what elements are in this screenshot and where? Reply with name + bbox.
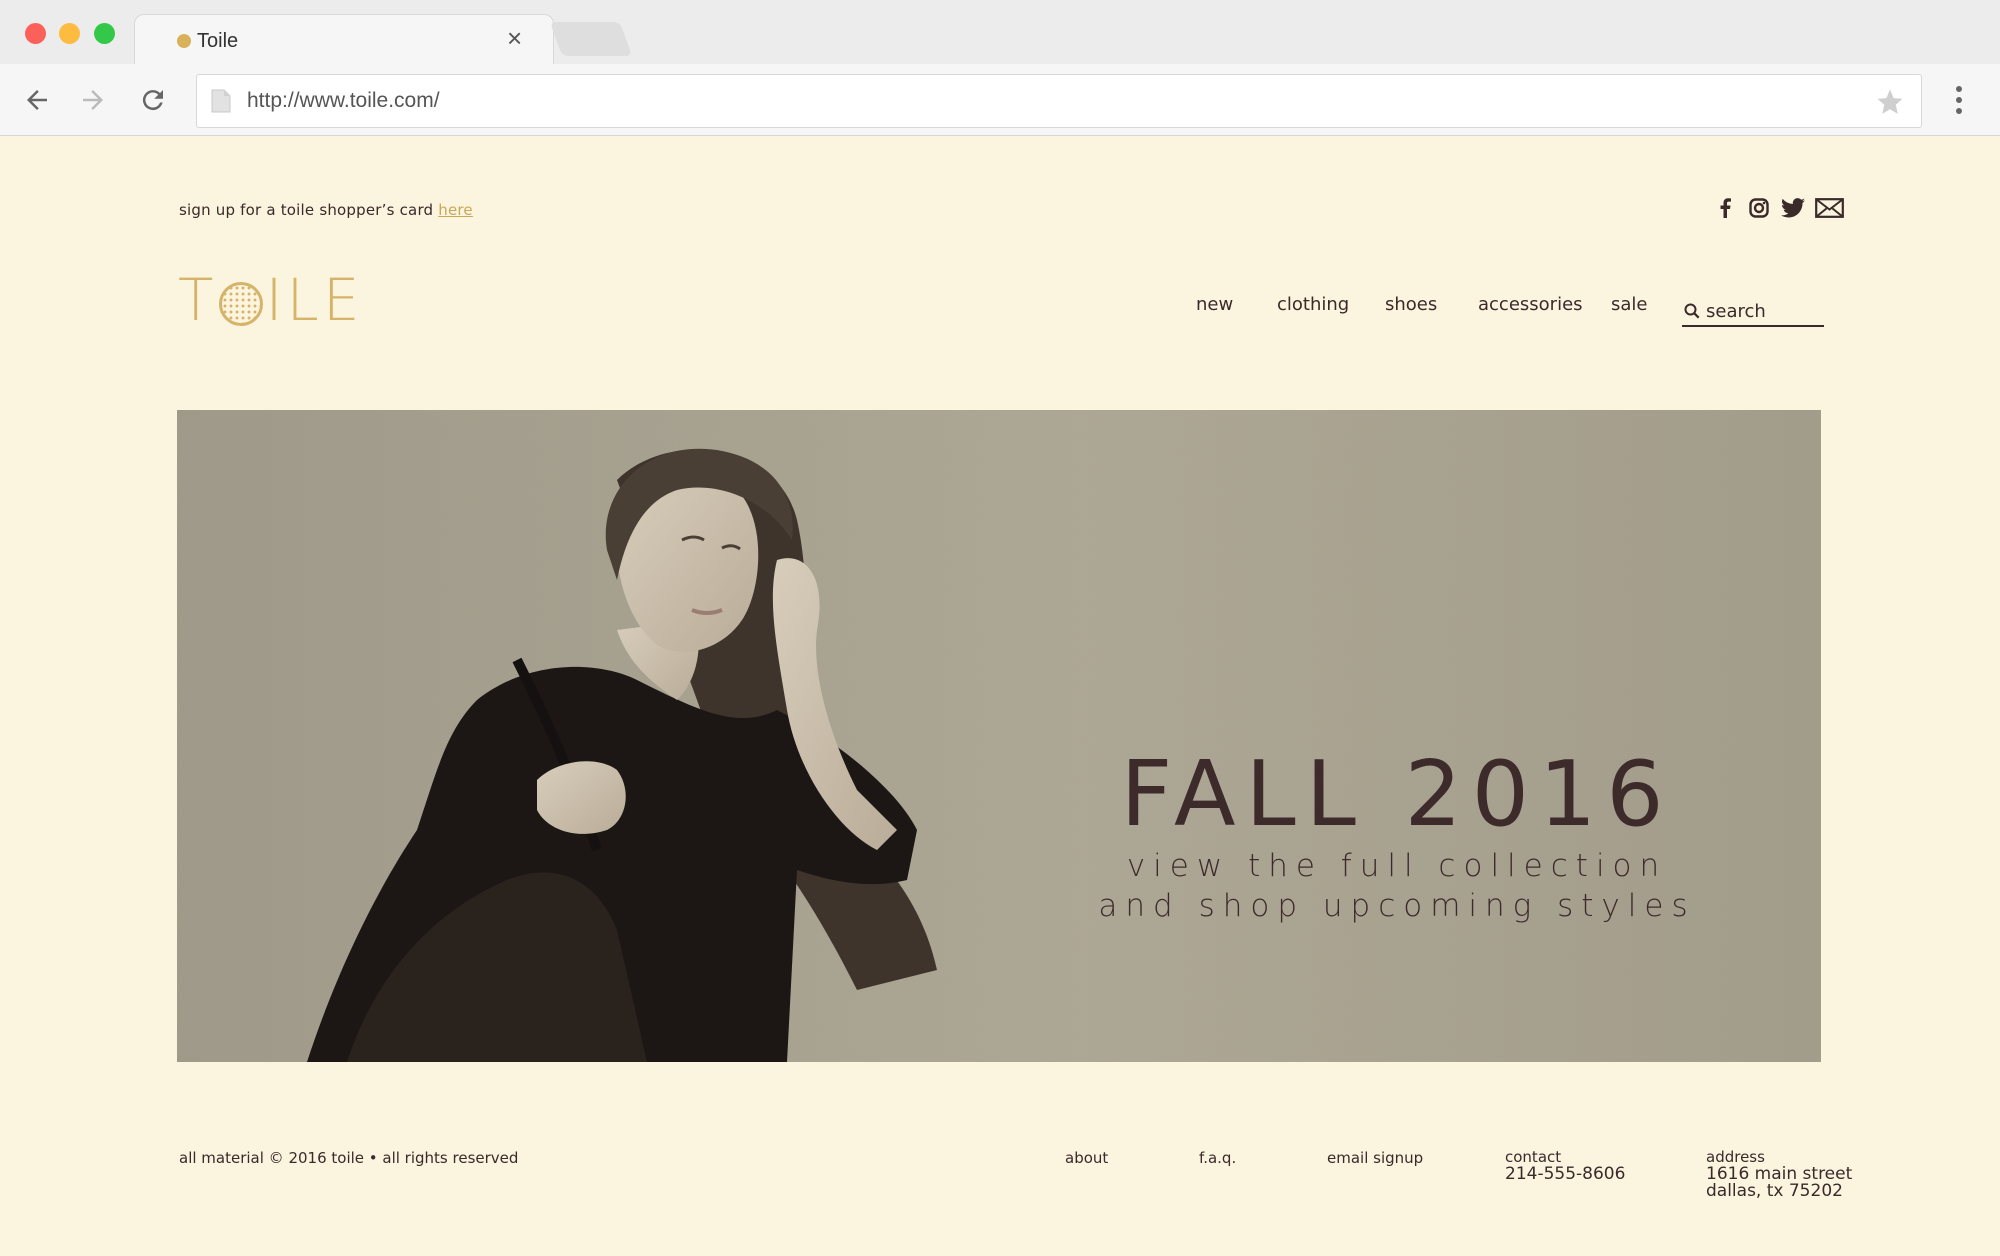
browser-tab-bar: Toile × — [0, 0, 2000, 64]
page-icon — [211, 89, 231, 113]
close-window-button[interactable] — [25, 23, 46, 44]
hero-subtitle-line1: view the full collection — [1126, 848, 1668, 884]
browser-menu-icon[interactable] — [1944, 80, 1974, 120]
back-button[interactable] — [17, 80, 57, 120]
maximize-window-button[interactable] — [94, 23, 115, 44]
hero-title: FALL 2016 — [1120, 742, 1674, 847]
minimize-window-button[interactable] — [59, 23, 80, 44]
signup-link[interactable]: here — [438, 201, 473, 219]
nav-item-shoes[interactable]: shoes — [1385, 294, 1437, 315]
url-text: http://www.toile.com/ — [247, 89, 440, 112]
close-tab-icon[interactable]: × — [507, 25, 522, 51]
bookmark-star-icon[interactable] — [1875, 87, 1905, 117]
shopper-card-signup: sign up for a toile shopper’s card here — [179, 201, 473, 219]
reload-icon — [142, 90, 163, 111]
facebook-icon[interactable] — [1712, 195, 1738, 221]
twitter-icon[interactable] — [1780, 195, 1806, 221]
instagram-icon[interactable] — [1746, 195, 1772, 221]
signup-text: sign up for a toile shopper’s card — [179, 201, 434, 219]
mail-icon[interactable] — [1814, 195, 1844, 221]
hero-photo — [177, 410, 1821, 1062]
new-tab-button[interactable] — [549, 22, 633, 56]
contact-phone[interactable]: 214-555-8606 — [1505, 1166, 1625, 1183]
search-icon — [1684, 303, 1700, 319]
forward-button[interactable] — [73, 80, 113, 120]
toile-logo[interactable]: T ILE — [178, 271, 364, 329]
hero-banner[interactable]: FALL 2016 view the full collection and s… — [177, 410, 1821, 1062]
address-bar[interactable]: http://www.toile.com/ — [196, 74, 1922, 128]
footer-link-about[interactable]: about — [1065, 1149, 1108, 1167]
footer-address: address 1616 main street dallas, tx 7520… — [1706, 1149, 1852, 1200]
page-content: sign up for a toile shopper’s card here … — [0, 137, 2000, 1256]
search-box — [1682, 297, 1824, 327]
arrow-left-icon — [27, 90, 47, 110]
footer-contact: contact 214-555-8606 — [1505, 1149, 1625, 1183]
favicon-icon — [177, 34, 191, 48]
browser-toolbar: http://www.toile.com/ — [0, 64, 2000, 136]
reload-button[interactable] — [133, 80, 173, 120]
browser-tab[interactable]: Toile × — [134, 14, 554, 64]
search-input[interactable] — [1706, 298, 1822, 324]
hero-text: FALL 2016 view the full collection and s… — [1097, 750, 1697, 926]
footer-link-faq[interactable]: f.a.q. — [1199, 1149, 1236, 1167]
nav-item-clothing[interactable]: clothing — [1277, 294, 1349, 315]
nav-item-accessories[interactable]: accessories — [1478, 294, 1583, 315]
footer-copyright: all material © 2016 toile • all rights r… — [179, 1149, 519, 1167]
arrow-right-icon — [83, 90, 103, 110]
hero-subtitle-line2: and shop upcoming styles — [1098, 888, 1696, 924]
tab-title: Toile — [197, 30, 239, 52]
social-links — [1712, 195, 1844, 221]
address-line2: dallas, tx 75202 — [1706, 1181, 1843, 1201]
nav-item-sale[interactable]: sale — [1611, 294, 1647, 315]
footer-link-email-signup[interactable]: email signup — [1327, 1149, 1423, 1167]
nav-item-new[interactable]: new — [1196, 294, 1233, 315]
logo-text: T ILE — [178, 266, 364, 334]
